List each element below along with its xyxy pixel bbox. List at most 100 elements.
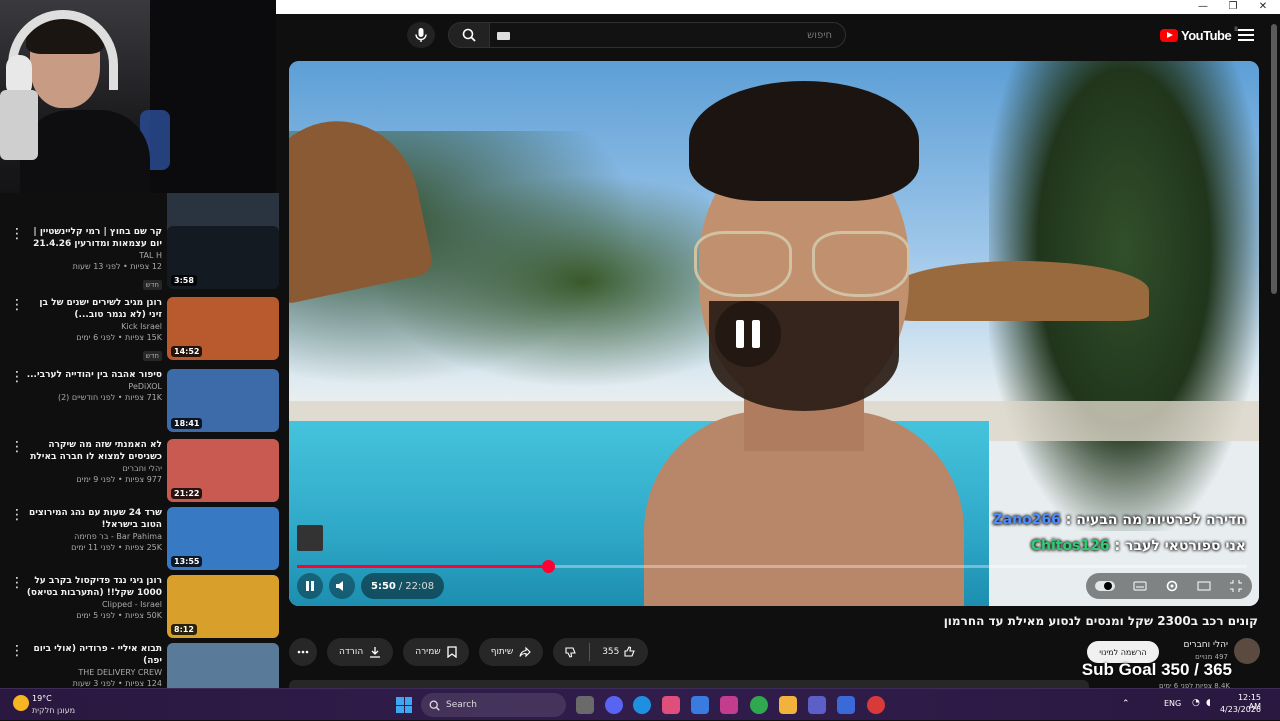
more-vertical-icon[interactable]: ⋮ — [10, 508, 24, 522]
recommendations-sidebar: 26:10⋮קר שם בחוץ | רמי קליינשטיין | יום … — [0, 193, 280, 688]
store-icon[interactable] — [662, 696, 680, 714]
thumbs-down-icon — [565, 647, 577, 658]
discord-icon[interactable] — [605, 696, 623, 714]
scrollbar-thumb[interactable] — [1271, 24, 1277, 294]
search-button[interactable] — [448, 22, 490, 48]
channel-watermark[interactable] — [297, 525, 323, 551]
progress-bar[interactable] — [297, 560, 1247, 573]
file-explorer-icon[interactable] — [779, 696, 797, 714]
download-button[interactable]: הורדה — [327, 638, 394, 666]
more-vertical-icon[interactable]: ⋮ — [10, 370, 24, 384]
play-pause-button[interactable] — [297, 573, 323, 599]
bookmark-icon — [447, 646, 457, 658]
sidebar-video-item[interactable]: ⋮ שרד 24 שעות עם נהג המירוצים הטוב בישראל… — [0, 507, 280, 573]
sidebar-video-item[interactable]: ⋮ קר שם בחוץ | רמי קליינשטיין | יום עצמאו… — [0, 226, 280, 292]
taskbar-search[interactable]: Search — [421, 693, 566, 717]
app-icon[interactable] — [837, 696, 855, 714]
sidebar-video-item[interactable]: ⋮ לא האמנתי שזה מה שיקרה כשניסים למצוא לו… — [0, 439, 280, 505]
video-thumbnail[interactable]: 21:22 — [167, 439, 279, 502]
video-thumbnail[interactable]: 3:58 — [167, 226, 279, 289]
save-button[interactable]: שמירה — [403, 638, 469, 666]
channel-name[interactable]: יהלי וחברים — [1184, 640, 1228, 650]
sidebar-video-item[interactable]: ⋮ רונן מגיב לשירים ישנים של בן זיני (לא נ… — [0, 297, 280, 363]
restore-button[interactable]: ❐ — [1218, 0, 1248, 14]
video-item-stats: 71K צפיות • לפני חודשיים (2) — [57, 393, 162, 402]
video-meta: רונן גיגי נגד פדיקסול בקרב על 1000 שקל!!… — [24, 575, 162, 621]
video-item-title[interactable]: סיפור אהבה בין יהודייה לערבי... — [24, 369, 162, 381]
video-item-title[interactable]: רונן גיגי נגד פדיקסול בקרב על 1000 שקל!!… — [24, 575, 162, 599]
language-indicator[interactable]: ENG — [1164, 699, 1181, 708]
chrome-icon[interactable] — [750, 696, 768, 714]
hamburger-menu-button[interactable] — [1236, 26, 1256, 44]
video-item-title[interactable]: קר שם בחוץ | רמי קליינשטיין | יום עצמאות… — [24, 226, 162, 250]
video-item-channel[interactable]: Kick Israel — [24, 321, 162, 332]
voice-search-button[interactable] — [407, 22, 435, 48]
video-player[interactable]: חדירה לפרטיות מה הבעיה : Zano266 אני ספו… — [289, 61, 1259, 606]
video-meta: תבוא איליי - פרודיה (אולי ביום יפה) THE D… — [24, 643, 162, 688]
sidebar-video-item[interactable]: ⋮ סיפור אהבה בין יהודייה לערבי... PeDiXOL 7… — [0, 369, 280, 435]
copilot-icon[interactable] — [691, 696, 709, 714]
wifi-icon[interactable]: ◔ — [1192, 698, 1200, 708]
video-item-title[interactable]: תבוא איליי - פרודיה (אולי ביום יפה) — [24, 643, 162, 667]
windows-start-icon[interactable] — [396, 697, 412, 713]
volume-icon[interactable]: ◖ — [1206, 698, 1211, 708]
fullscreen-exit-icon[interactable] — [1229, 579, 1243, 593]
youtube-play-icon — [1160, 28, 1178, 42]
subtitles-icon[interactable] — [1133, 579, 1147, 593]
video-item-channel[interactable]: PeDiXOL — [24, 381, 162, 392]
obs-icon[interactable] — [867, 696, 885, 714]
more-vertical-icon[interactable]: ⋮ — [10, 227, 24, 241]
video-item-stats: 50K צפיות • לפני 5 ימים — [76, 611, 162, 620]
video-item-channel[interactable]: יהלי וחברים — [24, 463, 162, 474]
more-vertical-icon[interactable]: ⋮ — [10, 644, 24, 658]
description-box[interactable] — [289, 680, 1089, 688]
video-thumbnail[interactable]: 8:12 — [167, 575, 279, 638]
channel-avatar[interactable] — [1234, 638, 1260, 664]
video-item-stats: 12 צפיות • לפני 13 שעות — [72, 262, 162, 271]
more-vertical-icon[interactable]: ⋮ — [10, 440, 24, 454]
volume-button[interactable] — [329, 573, 355, 599]
scrubber-handle[interactable] — [541, 560, 555, 573]
weather-widget[interactable]: 19°C מעונן חלקית — [10, 692, 90, 718]
video-item-title[interactable]: רונן מגיב לשירים ישנים של בן זיני (לא נג… — [24, 297, 162, 321]
video-thumbnail[interactable] — [167, 643, 279, 688]
center-pause-indicator[interactable] — [715, 301, 781, 367]
theater-mode-icon[interactable] — [1197, 579, 1211, 593]
video-thumbnail[interactable]: 18:41 — [167, 369, 279, 432]
youtube-logo[interactable]: YouTube IL — [1160, 25, 1239, 45]
video-item-channel[interactable]: Clipped - Israel — [24, 599, 162, 610]
video-item-channel[interactable]: THE DELIVERY CREW — [24, 667, 162, 678]
video-item-channel[interactable]: TAL H — [24, 250, 162, 261]
video-item-title[interactable]: לא האמנתי שזה מה שיקרה כשניסים למצוא לו … — [24, 439, 162, 463]
player-controls-right — [1086, 573, 1252, 599]
more-vertical-icon[interactable]: ⋮ — [10, 298, 24, 312]
minimize-button[interactable]: — — [1188, 0, 1218, 14]
more-vertical-icon[interactable]: ⋮ — [10, 576, 24, 590]
search-input[interactable] — [498, 26, 834, 44]
dislike-button[interactable] — [553, 638, 589, 666]
close-button[interactable]: ✕ — [1248, 0, 1278, 14]
edge-icon[interactable] — [633, 696, 651, 714]
video-meta: רונן מגיב לשירים ישנים של בן זיני (לא נג… — [24, 297, 162, 362]
video-thumbnail[interactable]: 14:52 — [167, 297, 279, 360]
more-actions-button[interactable] — [289, 638, 317, 666]
settings-gear-icon[interactable] — [1165, 579, 1179, 593]
sidebar-video-item[interactable]: ⋮ רונן גיגי נגד פדיקסול בקרב על 1000 שקל!… — [0, 575, 280, 641]
clock-date[interactable]: 4/23/2026 — [1217, 705, 1261, 714]
like-button[interactable]: 355 — [590, 638, 648, 666]
video-item-channel[interactable]: Bar Pahima - בר פחימה — [24, 531, 162, 542]
office-icon[interactable] — [720, 696, 738, 714]
task-view-icon[interactable] — [576, 696, 594, 714]
teams-icon[interactable] — [808, 696, 826, 714]
video-item-stats: 977 צפיות • לפני 9 ימים — [76, 475, 162, 484]
video-actions: הורדה שמירה שיתוף 355 — [289, 638, 649, 666]
share-button[interactable]: שיתוף — [478, 638, 544, 666]
sidebar-video-item[interactable]: ⋮ תבוא איליי - פרודיה (אולי ביום יפה) THE … — [0, 643, 280, 688]
duration-badge: 18:41 — [171, 418, 203, 429]
page-scrollbar[interactable] — [1268, 14, 1280, 688]
search-field[interactable] — [489, 22, 846, 48]
autoplay-toggle-icon[interactable] — [1095, 579, 1115, 593]
chevron-up-icon[interactable]: ⌃ — [1122, 699, 1130, 709]
video-thumbnail[interactable]: 13:55 — [167, 507, 279, 570]
video-item-title[interactable]: שרד 24 שעות עם נהג המירוצים הטוב בישראל! — [24, 507, 162, 531]
